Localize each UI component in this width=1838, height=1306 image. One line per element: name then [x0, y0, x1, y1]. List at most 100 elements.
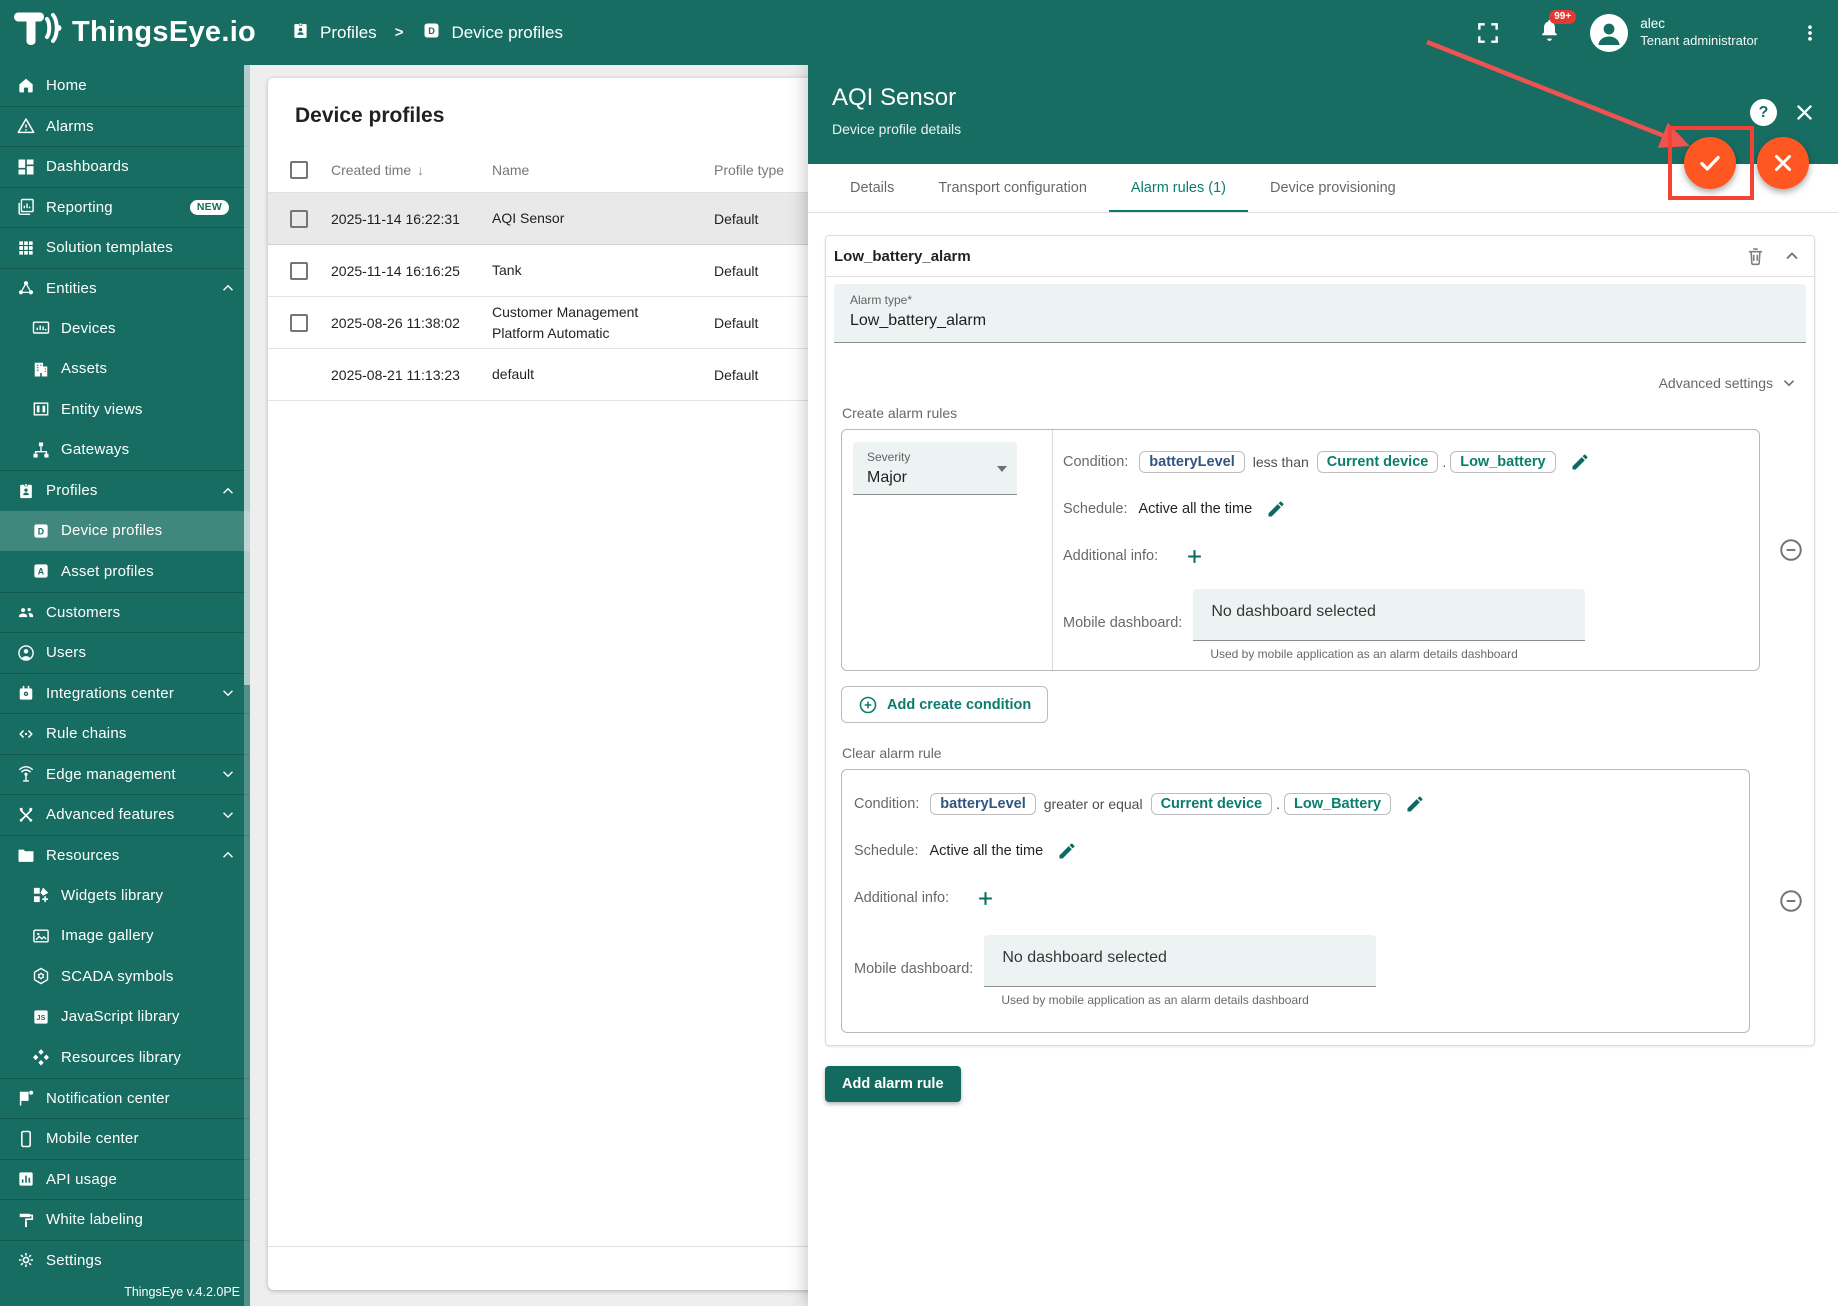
- assets-icon: [31, 359, 51, 379]
- sidebar-item-label: Integrations center: [46, 685, 174, 702]
- fullscreen-icon[interactable]: [1475, 20, 1501, 46]
- sidebar-item-resources[interactable]: Resources: [0, 835, 250, 876]
- dropdown-caret-icon: [997, 466, 1007, 472]
- sidebar-item-resources-library[interactable]: Resources library: [0, 1037, 250, 1078]
- kebab-menu-icon[interactable]: [1800, 21, 1820, 45]
- sidebar-item-widgets-library[interactable]: Widgets library: [0, 875, 250, 916]
- tab-transport-configuration[interactable]: Transport configuration: [916, 164, 1109, 212]
- sidebar-item-customers[interactable]: Customers: [0, 592, 250, 633]
- condition-value-chip: Low_Battery: [1284, 793, 1391, 815]
- mobile-dashboard-select[interactable]: No dashboard selected: [1193, 589, 1585, 641]
- row-checkbox[interactable]: [290, 210, 308, 228]
- sidebar-item-label: Home: [46, 77, 87, 94]
- tab-alarm-rules-1-[interactable]: Alarm rules (1): [1109, 164, 1248, 212]
- advanced-settings-toggle[interactable]: Advanced settings: [834, 371, 1798, 395]
- row-checkbox[interactable]: [290, 262, 308, 280]
- select-all-checkbox[interactable]: [290, 161, 308, 179]
- svg-text:D: D: [429, 26, 436, 36]
- sidebar-item-device-profiles[interactable]: DDevice profiles: [0, 511, 250, 552]
- sidebar-item-api-usage[interactable]: API usage: [0, 1159, 250, 1200]
- mobile-dashboard-select[interactable]: No dashboard selected: [984, 935, 1376, 987]
- avatar[interactable]: [1590, 14, 1628, 52]
- scada-symbols-icon: [31, 966, 51, 986]
- svg-text:A: A: [38, 567, 45, 577]
- sidebar-item-assets[interactable]: Assets: [0, 349, 250, 390]
- collapse-alarm-icon[interactable]: [1782, 246, 1802, 266]
- create-alarm-rule-card: Severity Major Condition: batteryLevel l…: [841, 429, 1760, 671]
- sidebar-item-gateways[interactable]: Gateways: [0, 430, 250, 471]
- notifications-bell[interactable]: 99+: [1537, 18, 1562, 48]
- sidebar-nav: Home Alarms Dashboards ReportingNEWSolution…: [0, 65, 250, 1306]
- sidebar-item-asset-profiles[interactable]: AAsset profiles: [0, 551, 250, 592]
- edit-schedule-icon[interactable]: [1057, 841, 1077, 861]
- sidebar-item-notification-center[interactable]: Notification center: [0, 1078, 250, 1119]
- add-alarm-rule-button[interactable]: Add alarm rule: [825, 1066, 961, 1102]
- image-gallery-icon: [31, 926, 51, 946]
- apply-changes-button[interactable]: [1684, 137, 1736, 189]
- add-create-condition-button[interactable]: Add create condition: [841, 686, 1048, 723]
- sidebar-item-rule-chains[interactable]: Rule chains: [0, 713, 250, 754]
- asset-profile-icon: A: [31, 561, 51, 581]
- chevron-down-icon: [1780, 374, 1798, 392]
- rule-chains-icon: [16, 724, 36, 744]
- add-additional-info-icon[interactable]: [976, 889, 995, 908]
- sidebar-item-mobile-center[interactable]: Mobile center: [0, 1118, 250, 1159]
- sidebar-item-integrations-center[interactable]: Integrations center: [0, 673, 250, 714]
- sidebar-item-profiles[interactable]: Profiles: [0, 470, 250, 511]
- cell-name: AQI Sensor: [492, 208, 714, 228]
- mobile-dashboard-helper: Used by mobile application as an alarm d…: [984, 993, 1376, 1007]
- x-icon: [1771, 151, 1795, 175]
- sidebar-item-label: Dashboards: [46, 158, 129, 175]
- settings-icon: [16, 1250, 36, 1270]
- sidebar-item-settings[interactable]: Settings: [0, 1240, 250, 1281]
- breadcrumb-device-profiles[interactable]: D Device profiles: [421, 20, 563, 46]
- app-logo[interactable]: ThingsEye.io: [0, 9, 262, 56]
- alarm-type-label: Alarm type*: [850, 293, 1790, 307]
- advanced-features-icon: [16, 805, 36, 825]
- mobile-dashboard-value: No dashboard selected: [1002, 949, 1167, 966]
- edit-condition-icon[interactable]: [1405, 794, 1425, 814]
- close-icon[interactable]: [1793, 101, 1816, 127]
- column-name[interactable]: Name: [492, 160, 714, 180]
- row-checkbox[interactable]: [290, 314, 308, 332]
- discard-changes-button[interactable]: [1757, 137, 1809, 189]
- sidebar-scrollbar[interactable]: [244, 65, 250, 1306]
- panel-title: AQI Sensor: [808, 65, 1838, 112]
- delete-alarm-icon[interactable]: [1745, 246, 1766, 267]
- condition-separator: .: [1276, 796, 1280, 812]
- sidebar-item-label: Mobile center: [46, 1130, 139, 1147]
- sidebar-item-dashboards[interactable]: Dashboards: [0, 146, 250, 187]
- severity-select[interactable]: Severity Major: [853, 442, 1017, 495]
- alarm-card-header[interactable]: Low_battery_alarm: [826, 236, 1814, 277]
- sidebar-item-entities[interactable]: Entities: [0, 268, 250, 309]
- sidebar-item-users[interactable]: Users: [0, 632, 250, 673]
- alarm-type-field[interactable]: Alarm type* Low_battery_alarm: [834, 284, 1806, 343]
- help-icon[interactable]: ?: [1750, 99, 1777, 126]
- column-created-time[interactable]: Created time↓: [331, 162, 492, 178]
- sidebar-item-scada-symbols[interactable]: SCADA symbols: [0, 956, 250, 997]
- remove-create-rule-icon[interactable]: [1778, 537, 1804, 563]
- sidebar-item-home[interactable]: Home: [0, 65, 250, 106]
- sidebar-item-advanced-features[interactable]: Advanced features: [0, 794, 250, 835]
- sidebar-item-solution-templates[interactable]: Solution templates: [0, 227, 250, 268]
- tab-details[interactable]: Details: [828, 164, 916, 212]
- remove-clear-rule-icon[interactable]: [1778, 888, 1804, 914]
- alarm-card: Low_battery_alarm Alarm type* Low_batter…: [825, 235, 1815, 1046]
- create-condition-row: Condition: batteryLevel less than Curren…: [1063, 448, 1759, 476]
- sidebar-item-white-labeling[interactable]: White labeling: [0, 1199, 250, 1240]
- sidebar-item-alarms[interactable]: Alarms: [0, 106, 250, 147]
- add-additional-info-icon[interactable]: [1185, 547, 1204, 566]
- tab-device-provisioning[interactable]: Device provisioning: [1248, 164, 1418, 212]
- edit-condition-icon[interactable]: [1570, 452, 1590, 472]
- sidebar-item-image-gallery[interactable]: Image gallery: [0, 916, 250, 957]
- breadcrumb-profiles[interactable]: Profiles: [290, 20, 377, 46]
- sidebar-item-javascript-library[interactable]: JSJavaScript library: [0, 997, 250, 1038]
- edit-schedule-icon[interactable]: [1266, 499, 1286, 519]
- additional-info-label: Additional info:: [1063, 548, 1158, 564]
- sidebar-item-entity-views[interactable]: Entity views: [0, 389, 250, 430]
- sidebar-item-reporting[interactable]: ReportingNEW: [0, 187, 250, 228]
- sidebar-item-devices[interactable]: Devices: [0, 308, 250, 349]
- cell-created-time: 2025-08-26 11:38:02: [331, 315, 492, 331]
- sidebar-item-label: Widgets library: [61, 887, 163, 904]
- sidebar-item-edge-management[interactable]: Edge management: [0, 754, 250, 795]
